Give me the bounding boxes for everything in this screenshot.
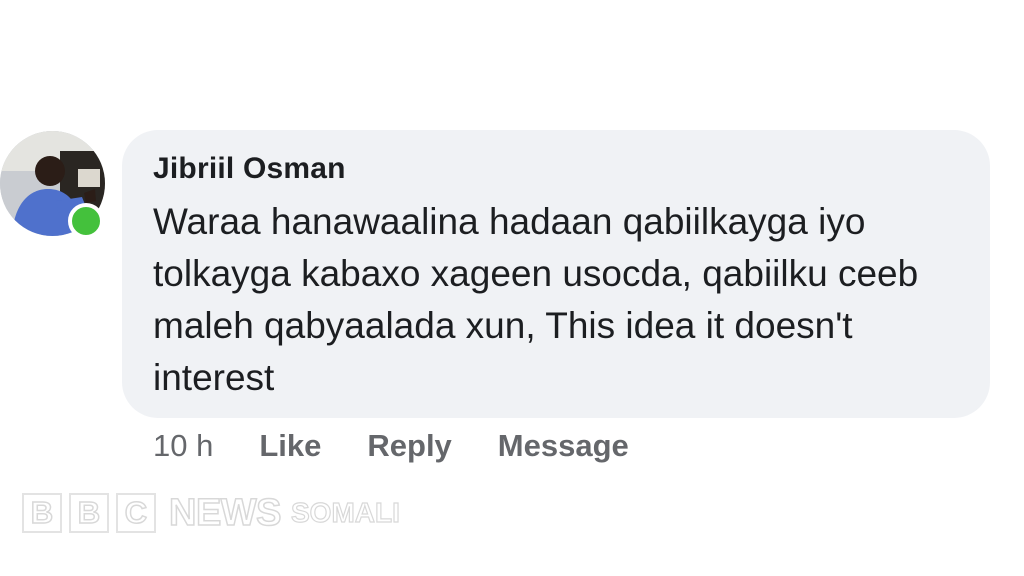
comment-text: Waraa hanawaalina hadaan qabiilkayga iyo… xyxy=(153,201,919,398)
comment-author[interactable]: Jibriil Osman xyxy=(153,152,346,186)
message-button[interactable]: Message xyxy=(498,428,629,464)
comment-screenshot: Jibriil Osman Waraa hanawaalina hadaan q… xyxy=(0,0,1024,576)
bbc-news-somali-logo: B B C NEWS SOMALI xyxy=(22,491,400,535)
like-button[interactable]: Like xyxy=(259,428,321,464)
bbc-logo-block-c: C xyxy=(116,493,156,533)
comment-actions: 10 h Like Reply Message xyxy=(153,426,675,466)
bbc-logo-news: NEWS xyxy=(168,491,282,535)
bbc-logo-block-b1: B xyxy=(22,493,62,533)
reply-button[interactable]: Reply xyxy=(367,428,451,464)
bbc-logo-service: SOMALI xyxy=(290,496,400,528)
online-status-icon xyxy=(68,203,104,239)
comment-timestamp[interactable]: 10 h xyxy=(153,428,213,464)
bbc-logo-block-b2: B xyxy=(69,493,109,533)
comment-bubble: Jibriil Osman Waraa hanawaalina hadaan q… xyxy=(122,130,990,418)
